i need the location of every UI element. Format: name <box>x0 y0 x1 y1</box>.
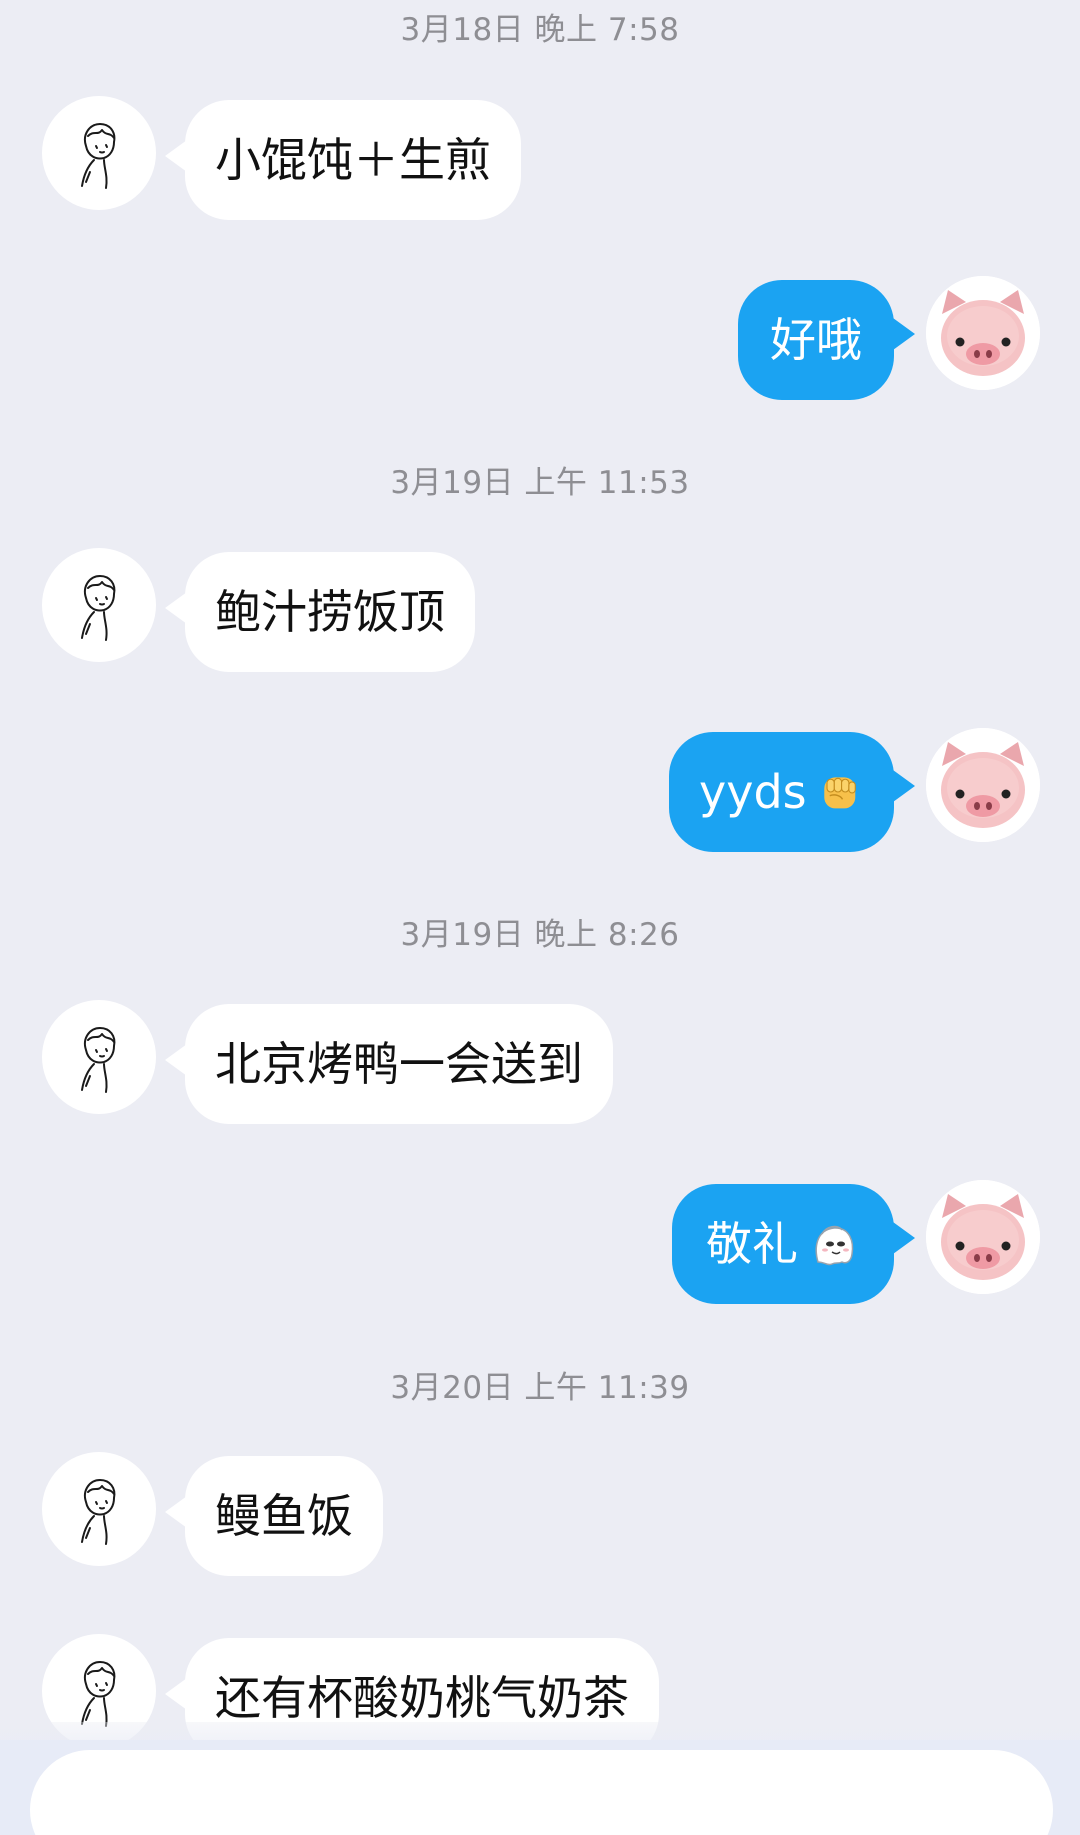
bubble-tail <box>893 770 915 802</box>
timestamp: 3月20日 上午 11:39 <box>390 1370 690 1406</box>
message-bubble-incoming[interactable]: 北京烤鸭一会送到 <box>185 1004 613 1124</box>
line-drawing-boy-icon <box>81 1479 116 1545</box>
chat-view[interactable]: 3月18日 晚上 7:58 小馄饨＋生煎 好哦 3月19日 上午 11:53 鲍… <box>0 0 1080 1835</box>
bubble-tail <box>165 592 187 624</box>
message-bubble-outgoing[interactable]: yyds <box>669 732 894 852</box>
timestamp: 3月19日 上午 11:53 <box>390 465 690 501</box>
line-drawing-boy-icon <box>81 1027 116 1093</box>
my-avatar[interactable] <box>926 276 1040 390</box>
my-avatar[interactable] <box>926 728 1040 842</box>
timestamp: 3月19日 晚上 8:26 <box>400 917 680 953</box>
message-text: 敬礼 <box>706 1217 798 1271</box>
fist-emoji-icon <box>817 766 864 818</box>
bubble-tail <box>893 318 915 350</box>
bubble-tail <box>165 140 187 172</box>
pink-pig-icon <box>926 728 1040 842</box>
contact-avatar[interactable] <box>42 96 156 210</box>
message-bubble-outgoing[interactable]: 好哦 <box>738 280 894 400</box>
bubble-tail <box>165 1496 187 1528</box>
contact-avatar[interactable] <box>42 1452 156 1566</box>
pink-pig-icon <box>926 1180 1040 1294</box>
salute-ghost-emoji-icon <box>808 1218 860 1270</box>
message-bubble-incoming[interactable]: 鲍汁捞饭顶 <box>185 552 475 672</box>
bubble-tail <box>893 1222 915 1254</box>
bubble-tail <box>165 1678 187 1710</box>
message-bubble-outgoing[interactable]: 敬礼 <box>672 1184 894 1304</box>
message-text: yyds <box>699 765 807 819</box>
line-drawing-boy-icon <box>81 123 116 189</box>
my-avatar[interactable] <box>926 1180 1040 1294</box>
contact-avatar[interactable] <box>42 1000 156 1114</box>
line-drawing-boy-icon <box>81 575 116 641</box>
bubble-tail <box>165 1044 187 1076</box>
message-input[interactable] <box>30 1750 1053 1835</box>
contact-avatar[interactable] <box>42 548 156 662</box>
message-bubble-incoming[interactable]: 小馄饨＋生煎 <box>185 100 521 220</box>
timestamp: 3月18日 晚上 7:58 <box>400 12 680 48</box>
message-bubble-incoming[interactable]: 鳗鱼饭 <box>185 1456 383 1576</box>
pink-pig-icon <box>926 276 1040 390</box>
